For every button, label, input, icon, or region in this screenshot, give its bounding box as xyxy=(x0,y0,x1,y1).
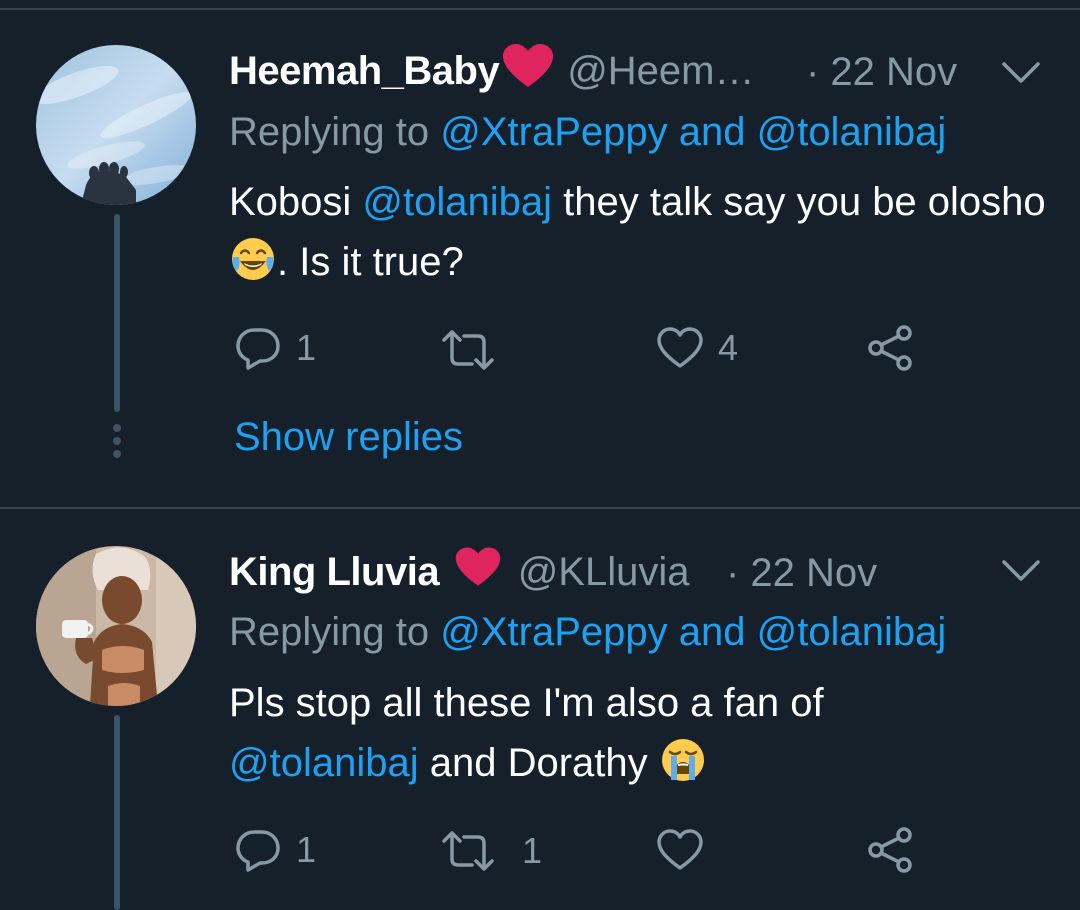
handle[interactable]: @Heem… xyxy=(567,49,754,94)
share-icon xyxy=(868,827,912,873)
avatar[interactable] xyxy=(36,45,196,205)
replying-prefix: Replying to xyxy=(229,110,441,154)
share-button[interactable] xyxy=(866,826,916,874)
reply-button[interactable]: 1 xyxy=(234,326,316,370)
replying-prefix: Replying to xyxy=(229,610,441,654)
divider xyxy=(0,8,1080,10)
chevron-down-icon[interactable] xyxy=(1000,58,1042,88)
text-fragment: Kobosi xyxy=(229,180,363,224)
tweet-header: Heemah_Baby @Heem… xyxy=(229,44,755,98)
thread-dot xyxy=(113,437,121,445)
mention-link[interactable]: @tolanibaj xyxy=(229,741,419,785)
tears-of-joy-emoji xyxy=(229,235,277,283)
text-fragment: . Is it true? xyxy=(277,240,464,284)
timeline: Heemah_Baby @Heem… · 22 Nov Replying to … xyxy=(0,0,1080,910)
reply-count: 1 xyxy=(296,829,317,870)
display-name[interactable]: Heemah_Baby xyxy=(229,49,500,94)
mention-link[interactable]: @tolanibaj xyxy=(362,180,552,224)
avatar[interactable] xyxy=(36,546,196,706)
timestamp[interactable]: · 22 Nov xyxy=(806,50,957,95)
retweet-icon xyxy=(442,831,494,871)
mention-link[interactable]: @tolanibaj xyxy=(757,610,947,654)
tweet-text: Kobosi @tolanibaj they talk say you be o… xyxy=(229,172,1049,292)
like-button[interactable] xyxy=(656,828,718,872)
thread-dot xyxy=(113,450,121,458)
share-icon xyxy=(868,325,912,371)
share-button[interactable] xyxy=(866,324,916,372)
thread-dot xyxy=(113,424,121,432)
timestamp[interactable]: · 22 Nov xyxy=(726,551,877,596)
tweet-text: Pls stop all these I'm also a fan of @to… xyxy=(229,673,929,793)
divider xyxy=(0,507,1080,509)
replying-and: and xyxy=(667,610,757,654)
thread-line xyxy=(114,214,120,412)
handle[interactable]: @KLluvia xyxy=(518,550,690,595)
loudly-crying-emoji xyxy=(659,736,707,784)
chevron-down-icon[interactable] xyxy=(1000,556,1042,586)
display-name[interactable]: King Lluvia xyxy=(229,550,450,595)
red-heart-emoji xyxy=(501,43,555,99)
reply-icon xyxy=(236,328,280,370)
thread-line xyxy=(114,715,120,910)
like-count: 4 xyxy=(718,327,739,368)
text-fragment: Pls stop all these I'm also a fan of xyxy=(229,681,824,725)
text-fragment: they talk say you be olosho xyxy=(552,180,1046,224)
retweet-icon xyxy=(442,330,494,370)
reply-button[interactable]: 1 xyxy=(234,828,316,872)
tweet-header: King Lluvia @KLluvia xyxy=(229,545,689,599)
reply-icon xyxy=(236,830,280,872)
like-button[interactable]: 4 xyxy=(656,326,738,370)
like-icon xyxy=(657,327,703,368)
mention-link[interactable]: @XtraPeppy xyxy=(440,110,667,154)
replying-and: and xyxy=(667,110,757,154)
red-heart-emoji xyxy=(454,546,502,598)
mention-link[interactable]: @tolanibaj xyxy=(757,110,947,154)
retweet-button[interactable] xyxy=(440,330,510,370)
retweet-button[interactable]: 1 xyxy=(440,830,542,872)
replying-to: Replying to @XtraPeppy and @tolanibaj xyxy=(229,110,946,155)
like-icon xyxy=(657,829,703,870)
text-fragment: and Dorathy xyxy=(418,741,659,785)
retweet-count: 1 xyxy=(522,830,543,871)
show-replies-link[interactable]: Show replies xyxy=(234,415,463,460)
reply-count: 1 xyxy=(296,327,317,368)
mention-link[interactable]: @XtraPeppy xyxy=(440,610,667,654)
replying-to: Replying to @XtraPeppy and @tolanibaj xyxy=(229,610,946,655)
